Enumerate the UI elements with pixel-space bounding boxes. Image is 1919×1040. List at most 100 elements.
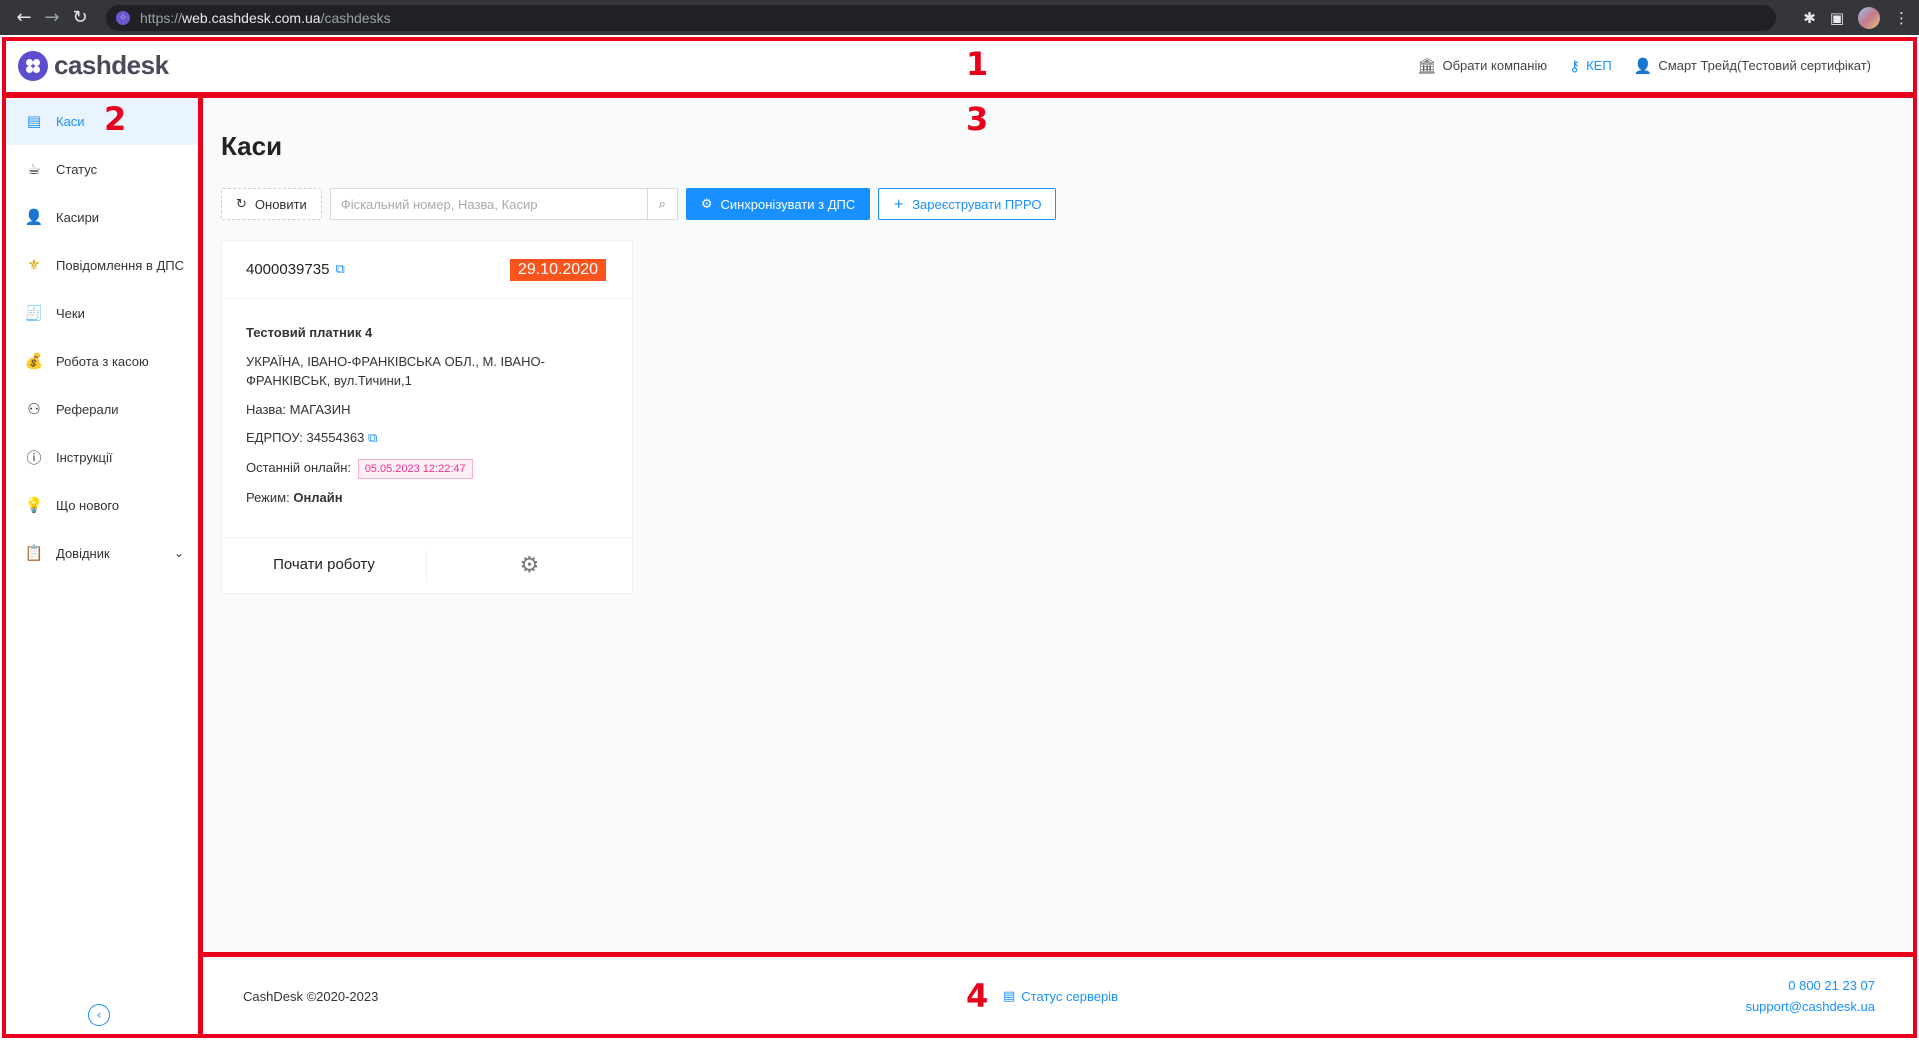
page-title: Каси [221, 131, 283, 161]
search-input[interactable] [330, 189, 647, 219]
site-info-icon[interactable]: ⁘ [116, 10, 130, 25]
logo-icon [18, 50, 48, 81]
bulb-icon: 💡 [24, 496, 44, 514]
annotation-number: 1 [966, 45, 989, 83]
last-online-label: Останній онлайн: [246, 459, 352, 475]
cash-register-icon: ▤ [26, 112, 42, 130]
sidebar: ▤ Каси ☕ Статус 👤 Касири ⚜ Повідомлення … [4, 97, 199, 1036]
main-content: Каси ↻ Оновити ⌕ ⚙ Синхронізувати з ДПС … [203, 97, 1915, 953]
browser-menu-icon[interactable]: ⋮ [1894, 9, 1909, 27]
gear-icon: ⚙ [700, 196, 713, 212]
shop-name-label: Назва: [246, 401, 287, 417]
sidebar-item-label: Що нового [56, 497, 120, 513]
sidebar-item-cashiers[interactable]: 👤 Касири [4, 193, 198, 241]
email-link[interactable]: support@cashdesk.ua [1745, 997, 1875, 1018]
mode-row: Режим: Онлайн [246, 488, 608, 508]
edrpou-row: ЕДРПОУ: 34554363 ⧉ [246, 428, 608, 449]
contacts: 0 800 21 23 07 support@cashdesk.ua [1745, 976, 1875, 1018]
last-online-tag: 05.05.2023 12:22:47 [357, 458, 473, 479]
url-path: /cashdesks [320, 9, 391, 26]
edrpou-label: ЕДРПОУ: [246, 430, 303, 445]
logo[interactable]: cashdesk [18, 50, 169, 81]
sidebar-item-label: Довідник [56, 545, 110, 561]
side-panel-icon[interactable]: ▣ [1830, 9, 1844, 27]
card-body: Тестовий платник 4 УКРАЇНА, ІВАНО-ФРАНКІ… [222, 299, 632, 537]
phone-link[interactable]: 0 800 21 23 07 [1745, 976, 1875, 997]
chevron-down-icon: ⌄ [173, 546, 184, 560]
sidebar-item-label: Чеки [56, 305, 85, 321]
sidebar-item-receipts[interactable]: 🧾 Чеки [4, 289, 198, 337]
money-bag-icon: 💰 [24, 352, 44, 370]
kep-button[interactable]: ⚷ КЕП [1569, 57, 1612, 75]
toolbar: ↻ Оновити ⌕ ⚙ Синхронізувати з ДПС + Зар… [221, 188, 1897, 220]
user-name: Смарт Трейд(Тестовий сертифікат) [1658, 58, 1871, 73]
sidebar-item-referrals[interactable]: ⚇ Реферали [4, 385, 198, 433]
choose-company-button[interactable]: 🏛 Обрати компанію [1417, 57, 1547, 75]
mode-value: Онлайн [293, 490, 343, 505]
copy-icon[interactable]: ⧉ [368, 431, 377, 446]
user-menu[interactable]: 👤 Смарт Трейд(Тестовий сертифікат) [1634, 57, 1871, 75]
fiscal-number: 4000039735 ⧉ [246, 261, 345, 278]
register-prro-button[interactable]: + Зареєструвати ПРРО [878, 188, 1057, 220]
profile-avatar[interactable] [1858, 6, 1880, 29]
sidebar-item-cash-work[interactable]: 💰 Робота з касою [4, 337, 198, 385]
refresh-icon: ↻ [236, 196, 247, 212]
sidebar-item-cashdesks[interactable]: ▤ Каси [4, 97, 198, 145]
card-header: 4000039735 ⧉ 29.10.2020 [222, 241, 632, 299]
sidebar-item-handbook[interactable]: 📋 Довідник ⌄ [4, 529, 198, 577]
sidebar-item-dps-messages[interactable]: ⚜ Повідомлення в ДПС [4, 241, 198, 289]
app-header: cashdesk 🏛 Обрати компанію ⚷ КЕП 👤 Смарт… [4, 39, 1915, 93]
info-icon: ⓘ [26, 448, 42, 467]
browser-toolbar: ← → ↻ ⁘ https://web.cashdesk.com.ua/cash… [0, 0, 1919, 35]
sidebar-item-label: Статус [56, 161, 98, 177]
referral-icon: ⚇ [27, 400, 41, 418]
sidebar-item-label: Касири [56, 209, 100, 225]
cup-icon: ☕ [27, 160, 41, 178]
search-icon[interactable]: ⌕ [646, 189, 677, 219]
bank-icon: 🏛 [1417, 56, 1437, 75]
copyright: CashDesk ©2020-2023 [243, 989, 379, 1004]
sidebar-item-status[interactable]: ☕ Статус [4, 145, 198, 193]
sync-dps-label: Синхронізувати з ДПС [720, 196, 856, 212]
receipts-icon: 🧾 [24, 304, 44, 322]
url-scheme: https:// [140, 9, 183, 26]
reload-icon[interactable]: ↻ [66, 7, 94, 28]
register-prro-label: Зареєструвати ПРРО [912, 196, 1042, 212]
footer: CashDesk ©2020-2023 ▤ Статус серверів 0 … [203, 957, 1915, 1036]
mode-label: Режим: [246, 490, 290, 505]
logo-text: cashdesk [54, 50, 169, 80]
sync-dps-button[interactable]: ⚙ Синхронізувати з ДПС [685, 188, 871, 220]
sidebar-item-label: Робота з касою [56, 353, 149, 369]
sidebar-item-whats-new[interactable]: 💡 Що нового [4, 481, 198, 529]
address: УКРАЇНА, ІВАНО-ФРАНКІВСЬКА ОБЛ., М. ІВАН… [246, 353, 545, 389]
copy-icon[interactable]: ⧉ [335, 262, 344, 277]
trident-icon: ⚜ [27, 256, 41, 274]
sidebar-item-instructions[interactable]: ⓘ Інструкції [4, 433, 198, 481]
choose-company-label: Обрати компанію [1442, 58, 1548, 73]
forward-icon[interactable]: → [38, 7, 66, 28]
server-status-link[interactable]: ▤ Статус серверів [1003, 989, 1118, 1004]
card-actions: Почати роботу ⚙ [222, 536, 632, 593]
date-badge: 29.10.2020 [509, 258, 606, 281]
kep-label: КЕП [1586, 58, 1612, 73]
sidebar-item-label: Інструкції [56, 449, 113, 465]
server-status-label: Статус серверів [1021, 989, 1118, 1004]
plus-icon: + [893, 196, 905, 212]
cashdesk-card: 4000039735 ⧉ 29.10.2020 Тестовий платник… [221, 240, 633, 594]
search-box: ⌕ [329, 188, 678, 220]
collapse-sidebar-button[interactable]: ‹ [88, 1004, 110, 1026]
start-work-button[interactable]: Почати роботу [222, 549, 427, 581]
edrpou-value: 34554363 [306, 430, 365, 445]
sidebar-item-label: Реферали [56, 401, 119, 417]
extensions-icon[interactable]: ✱ [1803, 9, 1816, 27]
back-icon[interactable]: ← [10, 7, 38, 28]
sidebar-item-label: Повідомлення в ДПС [56, 257, 185, 273]
refresh-button[interactable]: ↻ Оновити [221, 188, 322, 220]
settings-gear-icon[interactable]: ⚙ [427, 553, 632, 578]
url-host: web.cashdesk.com.ua [182, 9, 321, 26]
shop-name-value: МАГАЗИН [289, 401, 351, 417]
annotation-number: 3 [966, 100, 989, 138]
fiscal-number-value: 4000039735 [246, 261, 330, 278]
address-bar[interactable]: ⁘ https://web.cashdesk.com.ua/cashdesks [106, 4, 1776, 31]
handbook-icon: 📋 [24, 544, 44, 562]
